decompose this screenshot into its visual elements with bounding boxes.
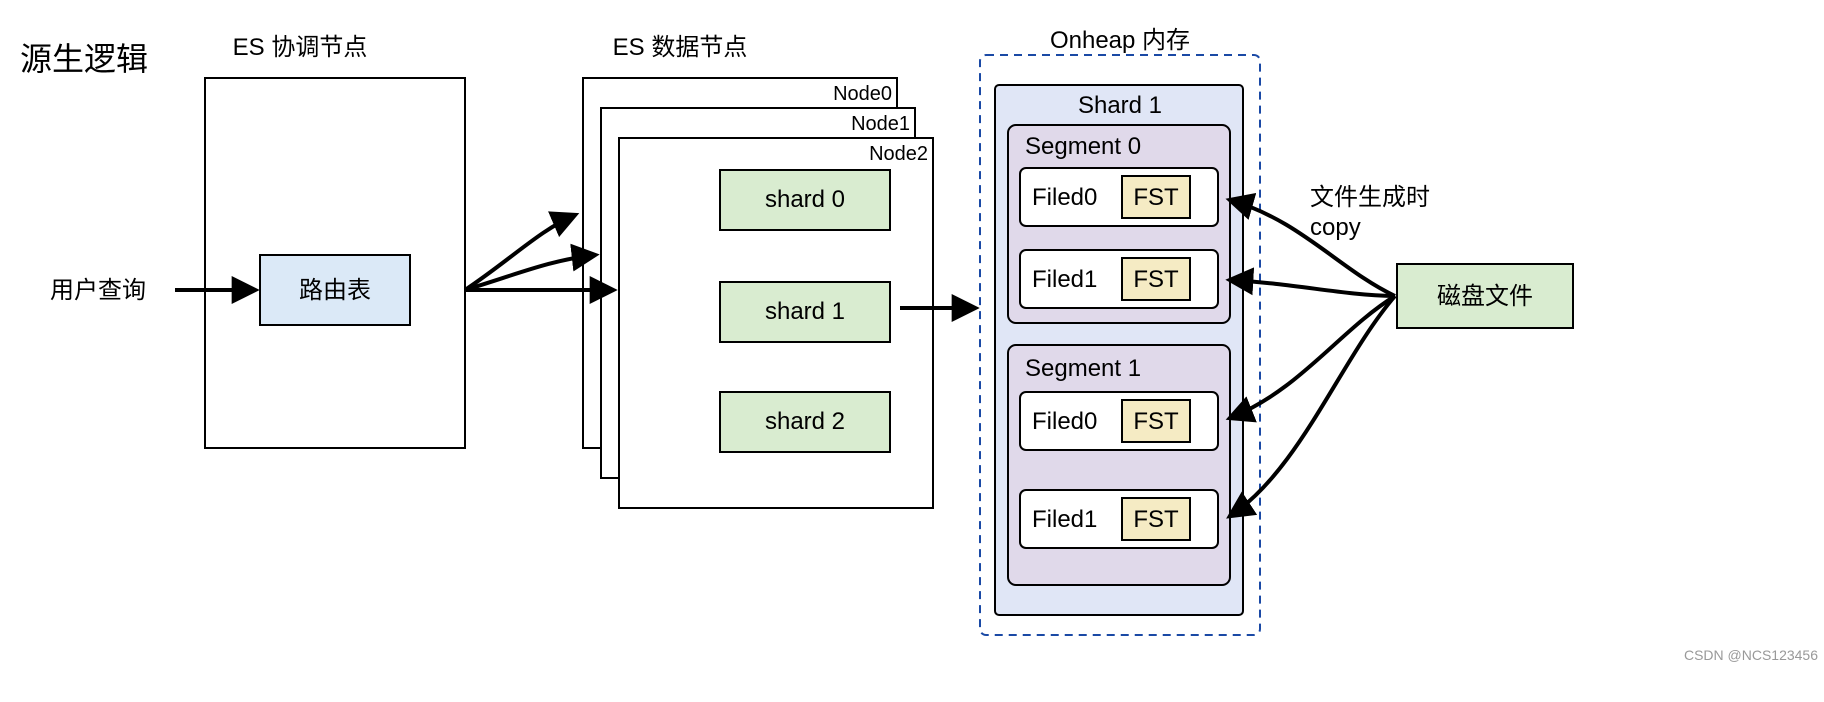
disk-file-label: 磁盘文件 — [1437, 283, 1533, 310]
shard-2-label: shard 2 — [765, 408, 845, 435]
arrow-router-node1 — [465, 255, 595, 290]
copy-label-1: 文件生成时 — [1310, 184, 1430, 211]
seg0-field1-name: Filed1 — [1032, 266, 1097, 293]
seg1-field1-name: Filed1 — [1032, 506, 1097, 533]
diagram-canvas: 源生逻辑 ES 协调节点 路由表 用户查询 ES 数据节点 Node0 Node… — [0, 0, 1824, 702]
seg1-field0-name: Filed0 — [1032, 408, 1097, 435]
segment-1-title: Segment 1 — [1025, 355, 1141, 382]
route-table-label: 路由表 — [299, 277, 371, 304]
seg1-field1-fst-label: FST — [1133, 506, 1179, 533]
shard-0-label: shard 0 — [765, 186, 845, 213]
coord-node-title: ES 协调节点 — [233, 34, 368, 61]
segment-0-title: Segment 0 — [1025, 133, 1141, 160]
onheap-title: Onheap 内存 — [1050, 27, 1190, 54]
seg0-field0-name: Filed0 — [1032, 184, 1097, 211]
seg0-field1-fst-label: FST — [1133, 266, 1179, 293]
data-node-title: ES 数据节点 — [613, 34, 748, 61]
node2-label: Node2 — [869, 143, 928, 165]
node0-label: Node0 — [833, 83, 892, 105]
watermark: CSDN @NCS123456 — [1684, 647, 1818, 663]
seg0-field0-fst-label: FST — [1133, 184, 1179, 211]
shard1-title: Shard 1 — [1078, 92, 1162, 119]
user-query-label: 用户查询 — [50, 277, 146, 304]
copy-label-2: copy — [1310, 214, 1361, 241]
node1-label: Node1 — [851, 113, 910, 135]
shard-1-label: shard 1 — [765, 298, 845, 325]
arrow-router-node0 — [465, 215, 575, 290]
arrow-disk-field-c — [1230, 296, 1395, 418]
seg1-field0-fst-label: FST — [1133, 408, 1179, 435]
diagram-title: 源生逻辑 — [20, 41, 148, 77]
